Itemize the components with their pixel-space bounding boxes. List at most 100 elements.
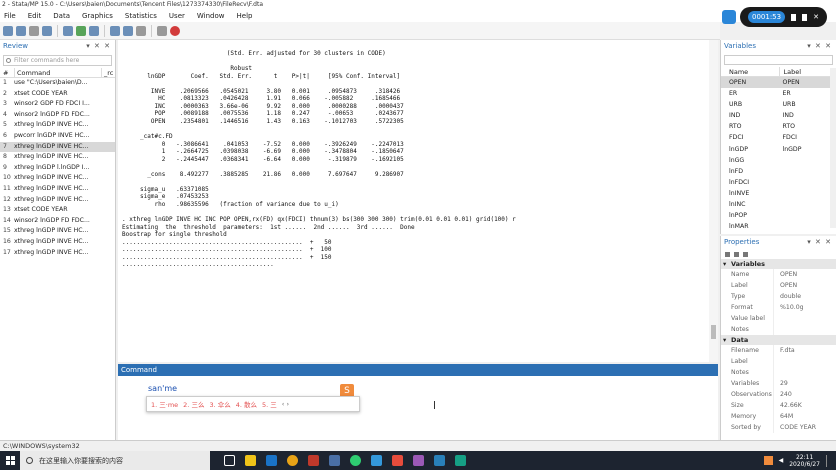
open-icon[interactable] [3,25,13,36]
close-icon[interactable]: ✕ [813,13,819,21]
variable-row[interactable]: lnINVE [721,188,836,199]
ime-candidate[interactable]: 2. 三么 [183,399,204,409]
property-row[interactable]: Variables 29 [721,378,836,389]
variables-filter-input[interactable] [724,55,833,65]
pane-controls-icon[interactable]: ▾ ✕ ✕ [807,40,832,53]
app-icon[interactable] [308,455,319,466]
property-row[interactable]: Format %10.0g [721,302,836,313]
variable-row[interactable]: lnGG [721,155,836,166]
print-icon[interactable] [29,25,39,36]
break-icon[interactable] [170,25,180,36]
stop-icon[interactable] [802,13,808,21]
file-explorer-icon[interactable] [245,455,256,466]
app-icon[interactable] [413,455,424,466]
variable-row[interactable]: lnINC [721,199,836,210]
ime-candidate[interactable]: 5. 三 [262,399,277,409]
col-name[interactable]: Name [721,67,779,76]
property-row[interactable]: Type double [721,291,836,302]
app-icon[interactable] [371,455,382,466]
ime-candidate[interactable]: 4. 散么 [236,399,257,409]
menu-data[interactable]: Data [53,12,70,20]
property-row[interactable]: Notes [721,367,836,378]
speaker-icon[interactable]: ◀ [779,457,784,464]
property-row[interactable]: Notes [721,324,836,335]
review-row[interactable]: 6 pwcorr lnGDP INVE HC... [0,131,115,142]
variable-row[interactable]: lnFD [721,166,836,177]
review-row[interactable]: 14 winsor2 lnGDP FD FDC... [0,216,115,227]
properties-section-data[interactable]: Data [721,335,836,345]
review-row[interactable]: 5 xthreg lnGDP INVE HC... [0,120,115,131]
review-row[interactable]: 1 use "C:\Users\baien\D... [0,78,115,89]
property-row[interactable]: Memory 64M [721,411,836,422]
variable-row[interactable]: lnMAR [721,221,836,232]
app-icon[interactable] [455,455,466,466]
property-row[interactable]: Filename F.dta [721,345,836,356]
do-file-editor-icon[interactable] [89,25,99,36]
variables-scrollbar[interactable] [830,68,836,228]
variable-row[interactable]: OPEN OPEN [721,77,836,89]
variable-row[interactable]: FDCI FDCI [721,132,836,143]
review-row[interactable]: 7 xthreg lnGDP INVE HC... [0,141,115,153]
menu-statistics[interactable]: Statistics [125,12,157,20]
more-icon[interactable] [157,25,167,36]
start-button[interactable] [0,451,20,470]
taskbar-search[interactable]: 在这里输入你要搜索的内容 [20,451,210,470]
viewer-icon[interactable] [63,25,73,36]
wechat-icon[interactable] [350,455,361,466]
app-icon[interactable] [392,455,403,466]
log-icon[interactable] [42,25,52,36]
col-rc[interactable]: _rc [101,68,115,77]
menu-help[interactable]: Help [237,12,253,20]
ime-page-arrows-icon[interactable]: ‹ › [282,400,289,408]
save-icon[interactable] [16,25,26,36]
variable-row[interactable]: lnGDP lnGDP [721,144,836,155]
task-view-icon[interactable] [224,455,235,466]
edge-icon[interactable] [266,455,277,466]
property-row[interactable]: Label [721,356,836,367]
recorder-app-icon[interactable] [722,10,736,24]
back-icon[interactable] [734,251,739,257]
review-row[interactable]: 17 xthreg lnGDP INVE HC... [0,248,115,259]
col-label[interactable]: Label [778,67,836,76]
ime-candidate[interactable]: 3. 伞么 [209,399,230,409]
review-row[interactable]: 4 winsor2 lnGDP FD FDC... [0,110,115,121]
review-row[interactable]: 2 xtset CODE YEAR [0,89,115,100]
variable-row[interactable]: ER ER [721,88,836,99]
app-icon[interactable] [434,455,445,466]
review-row[interactable]: 12 xthreg lnGDP INVE HC... [0,195,115,206]
menu-graphics[interactable]: Graphics [82,12,113,20]
review-row[interactable]: 11 xthreg lnGDP INVE HC... [0,184,115,195]
browser-icon[interactable] [287,455,298,466]
graph-icon[interactable] [76,25,86,36]
results-scrollbar[interactable] [709,40,718,362]
property-row[interactable]: Observations 240 [721,389,836,400]
review-row[interactable]: 10 xthreg lnGDP INVE HC... [0,173,115,184]
menu-window[interactable]: Window [197,12,225,20]
variable-row[interactable]: URB URB [721,99,836,110]
review-row[interactable]: 16 xthreg lnGDP INVE HC... [0,237,115,248]
menu-file[interactable]: File [4,12,16,20]
pane-controls-icon[interactable]: ▾ ✕ ✕ [807,236,832,249]
data-editor-icon[interactable] [110,25,120,36]
scroll-thumb[interactable] [711,325,716,339]
variable-row[interactable]: IND IND [721,110,836,121]
variable-row[interactable]: lnPOP [721,210,836,221]
properties-section-variables[interactable]: Variables [721,259,836,269]
forward-icon[interactable] [743,251,748,257]
property-row[interactable]: Size 42.66K [721,400,836,411]
col-num[interactable]: # [0,68,14,77]
variable-row[interactable]: lnFDCI [721,177,836,188]
pause-icon[interactable] [791,13,797,21]
property-row[interactable]: Sorted by CODE YEAR [721,422,836,433]
review-row[interactable]: 3 winsor2 GDP FD FDCI I... [0,99,115,110]
variable-row[interactable]: RTO RTO [721,121,836,132]
command-input[interactable]: san'me S 1. 三·me 2. 三么 3. 伞么 4. 散么 5. 三 … [118,376,718,440]
col-command[interactable]: Command [14,68,101,77]
ime-tray-icon[interactable] [763,456,773,465]
review-row[interactable]: 15 xthreg lnGDP INVE HC... [0,226,115,237]
clock[interactable]: 22:11 2020/6/27 [789,454,820,468]
review-row[interactable]: 9 xthreg lnGDP l.lnGDP I... [0,163,115,174]
lock-icon[interactable] [725,251,730,257]
review-row[interactable]: 13 xtset CODE YEAR [0,205,115,216]
pane-controls-icon[interactable]: ▾ ✕ ✕ [86,40,111,53]
